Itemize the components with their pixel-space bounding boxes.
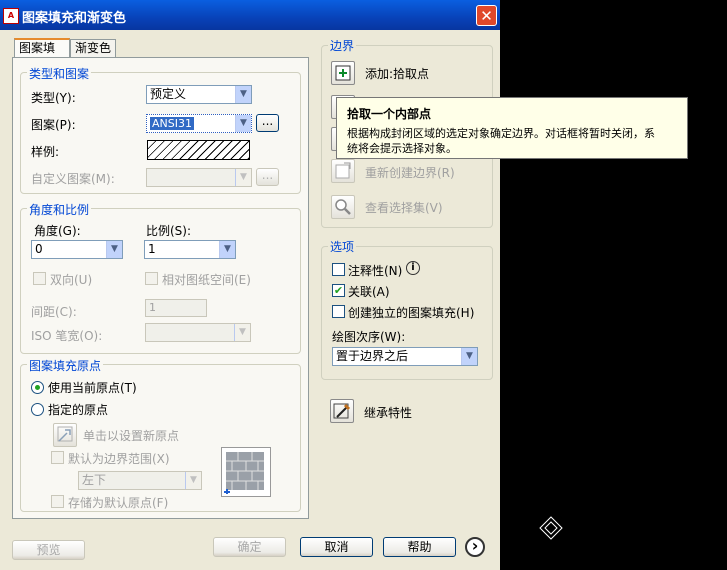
- chevron-down-icon: ▼: [235, 86, 251, 103]
- scale-label: 比例(S):: [146, 224, 192, 238]
- origin-group: 图案填充原点 使用当前原点(T) 指定的原点 单击以设置新原点 默认为边界范围(…: [20, 357, 301, 512]
- set-origin-label: 单击以设置新原点: [83, 429, 180, 443]
- use-current-origin-radio[interactable]: [31, 381, 44, 394]
- draw-order-value: 置于边界之后: [336, 349, 409, 363]
- options-group: 选项 注释性(N) i ✔ 关联(A) 创建独立的图案填充(H) 绘图次序(W)…: [321, 238, 493, 380]
- add-pick-point-label: 添加:拾取点: [365, 67, 430, 81]
- angle-label: 角度(G):: [34, 224, 81, 238]
- boundary-title: 边界: [328, 37, 357, 54]
- tooltip-title: 拾取一个内部点: [347, 107, 432, 121]
- custom-pattern-select[interactable]: ▼: [146, 168, 252, 187]
- type-select[interactable]: 预定义 ▼: [146, 85, 252, 104]
- app-icon: A: [3, 8, 19, 24]
- chevron-down-icon: ▼: [106, 241, 122, 258]
- pattern-label: 图案(P):: [31, 118, 76, 132]
- crosshair-icon: [57, 426, 73, 442]
- inherit-properties-button[interactable]: [330, 399, 354, 423]
- associative-checkbox[interactable]: ✔: [332, 284, 345, 297]
- use-current-origin-label: 使用当前原点(T): [48, 381, 137, 395]
- pattern-browse-button[interactable]: ...: [256, 114, 279, 132]
- angle-value: 0: [35, 242, 43, 256]
- dialog-title: 图案填充和渐变色: [22, 11, 127, 26]
- chevron-down-icon: ▼: [234, 324, 250, 341]
- scale-select[interactable]: 1 ▼: [144, 240, 236, 259]
- scale-value: 1: [148, 242, 156, 256]
- inherit-properties-label: 继承特性: [364, 406, 413, 420]
- type-value: 预定义: [150, 87, 187, 101]
- pattern-select[interactable]: ANSI31 ▼: [146, 114, 252, 133]
- type-label: 类型(Y):: [31, 91, 76, 105]
- hatch-dialog: A 图案填充和渐变色 ✕ 图案填充 渐变色 类型和图案 类型(Y): 预定义 ▼…: [0, 0, 500, 570]
- help-button[interactable]: 帮助: [383, 537, 456, 557]
- spacing-label: 间距(C):: [31, 305, 77, 319]
- associative-label: 关联(A): [348, 285, 390, 299]
- tab-hatch[interactable]: 图案填充: [14, 38, 70, 72]
- radio-dot: [35, 385, 40, 390]
- annotative-checkbox[interactable]: [332, 263, 345, 276]
- options-title: 选项: [328, 238, 357, 255]
- origin-title: 图案填充原点: [27, 357, 104, 374]
- specified-origin-radio[interactable]: [31, 403, 44, 416]
- chevron-down-icon: ▼: [235, 169, 251, 186]
- chevron-down-icon: ▼: [219, 241, 235, 258]
- view-selection-label: 查看选择集(V): [365, 201, 443, 215]
- more-options-button[interactable]: ›: [465, 537, 485, 557]
- double-checkbox[interactable]: [33, 272, 46, 285]
- angle-scale-group: 角度和比例 角度(G): 0 ▼ 比例(S): 1 ▼ 双向(U) 相对图纸空间…: [20, 201, 301, 354]
- swatch-label: 样例:: [31, 145, 60, 159]
- ok-button[interactable]: 确定: [213, 537, 286, 557]
- double-label: 双向(U): [50, 273, 93, 287]
- pick-point-tooltip: 拾取一个内部点 根据构成封闭区域的选定对象确定边界。对话框将暂时关闭，系 统将会…: [336, 97, 688, 159]
- specified-origin-label: 指定的原点: [48, 403, 109, 417]
- pattern-value: ANSI31: [150, 117, 194, 130]
- inherit-brush-icon: [333, 403, 351, 419]
- info-icon[interactable]: i: [406, 261, 420, 275]
- view-selection-button[interactable]: [331, 195, 355, 219]
- extent-value: 左下: [82, 473, 107, 487]
- relative-paper-label: 相对图纸空间(E): [162, 273, 251, 287]
- type-pattern-group: 类型和图案 类型(Y): 预定义 ▼ 图案(P): ANSI31 ▼ ... 样…: [20, 65, 301, 194]
- preview-button[interactable]: 预览: [12, 540, 85, 560]
- relative-paper-checkbox[interactable]: [145, 272, 158, 285]
- draw-order-select[interactable]: 置于边界之后 ▼: [332, 347, 478, 366]
- cancel-button[interactable]: 取消: [300, 537, 373, 557]
- custom-pattern-label: 自定义图案(M):: [31, 172, 115, 186]
- recreate-boundary-icon: [335, 162, 351, 179]
- recreate-boundary-label: 重新创建边界(R): [365, 166, 455, 180]
- iso-pen-select[interactable]: ▼: [145, 323, 251, 342]
- tooltip-line1: 根据构成封闭区域的选定对象确定边界。对话框将暂时关闭，系: [347, 127, 655, 140]
- pattern-swatch[interactable]: [147, 140, 250, 160]
- chevron-down-icon: ▼: [185, 472, 201, 489]
- store-default-label: 存储为默认原点(F): [68, 496, 169, 510]
- default-extent-checkbox[interactable]: [51, 451, 64, 464]
- magnifier-icon: [335, 199, 351, 215]
- set-origin-button[interactable]: [53, 423, 77, 447]
- separate-hatch-label: 创建独立的图案填充(H): [348, 306, 475, 320]
- angle-select[interactable]: 0 ▼: [31, 240, 123, 259]
- brick-preview-icon: [221, 447, 271, 497]
- default-extent-label: 默认为边界范围(X): [68, 452, 170, 466]
- cursor-icon: [539, 516, 563, 540]
- spacing-input[interactable]: 1: [145, 299, 207, 317]
- extent-select[interactable]: 左下 ▼: [78, 471, 202, 490]
- add-pick-point-button[interactable]: [331, 61, 355, 85]
- tab-gradient[interactable]: 渐变色: [70, 39, 116, 57]
- store-default-checkbox[interactable]: [51, 495, 64, 508]
- chevron-down-icon: ▼: [235, 115, 251, 132]
- draw-order-label: 绘图次序(W):: [332, 330, 406, 344]
- type-pattern-title: 类型和图案: [27, 65, 92, 82]
- tooltip-line2: 统将会提示选择对象。: [347, 142, 457, 155]
- pick-point-icon: [335, 65, 351, 81]
- title-bar[interactable]: A 图案填充和渐变色 ✕: [0, 0, 500, 30]
- separate-hatch-checkbox[interactable]: [332, 305, 345, 318]
- annotative-label: 注释性(N): [348, 264, 403, 278]
- close-button[interactable]: ✕: [476, 5, 497, 26]
- chevron-down-icon: ▼: [461, 348, 477, 365]
- recreate-boundary-button[interactable]: [331, 159, 355, 183]
- iso-pen-label: ISO 笔宽(O):: [31, 329, 103, 343]
- custom-browse-button[interactable]: ...: [256, 168, 279, 186]
- hatch-tab-panel: 类型和图案 类型(Y): 预定义 ▼ 图案(P): ANSI31 ▼ ... 样…: [12, 57, 309, 519]
- angle-scale-title: 角度和比例: [27, 201, 92, 218]
